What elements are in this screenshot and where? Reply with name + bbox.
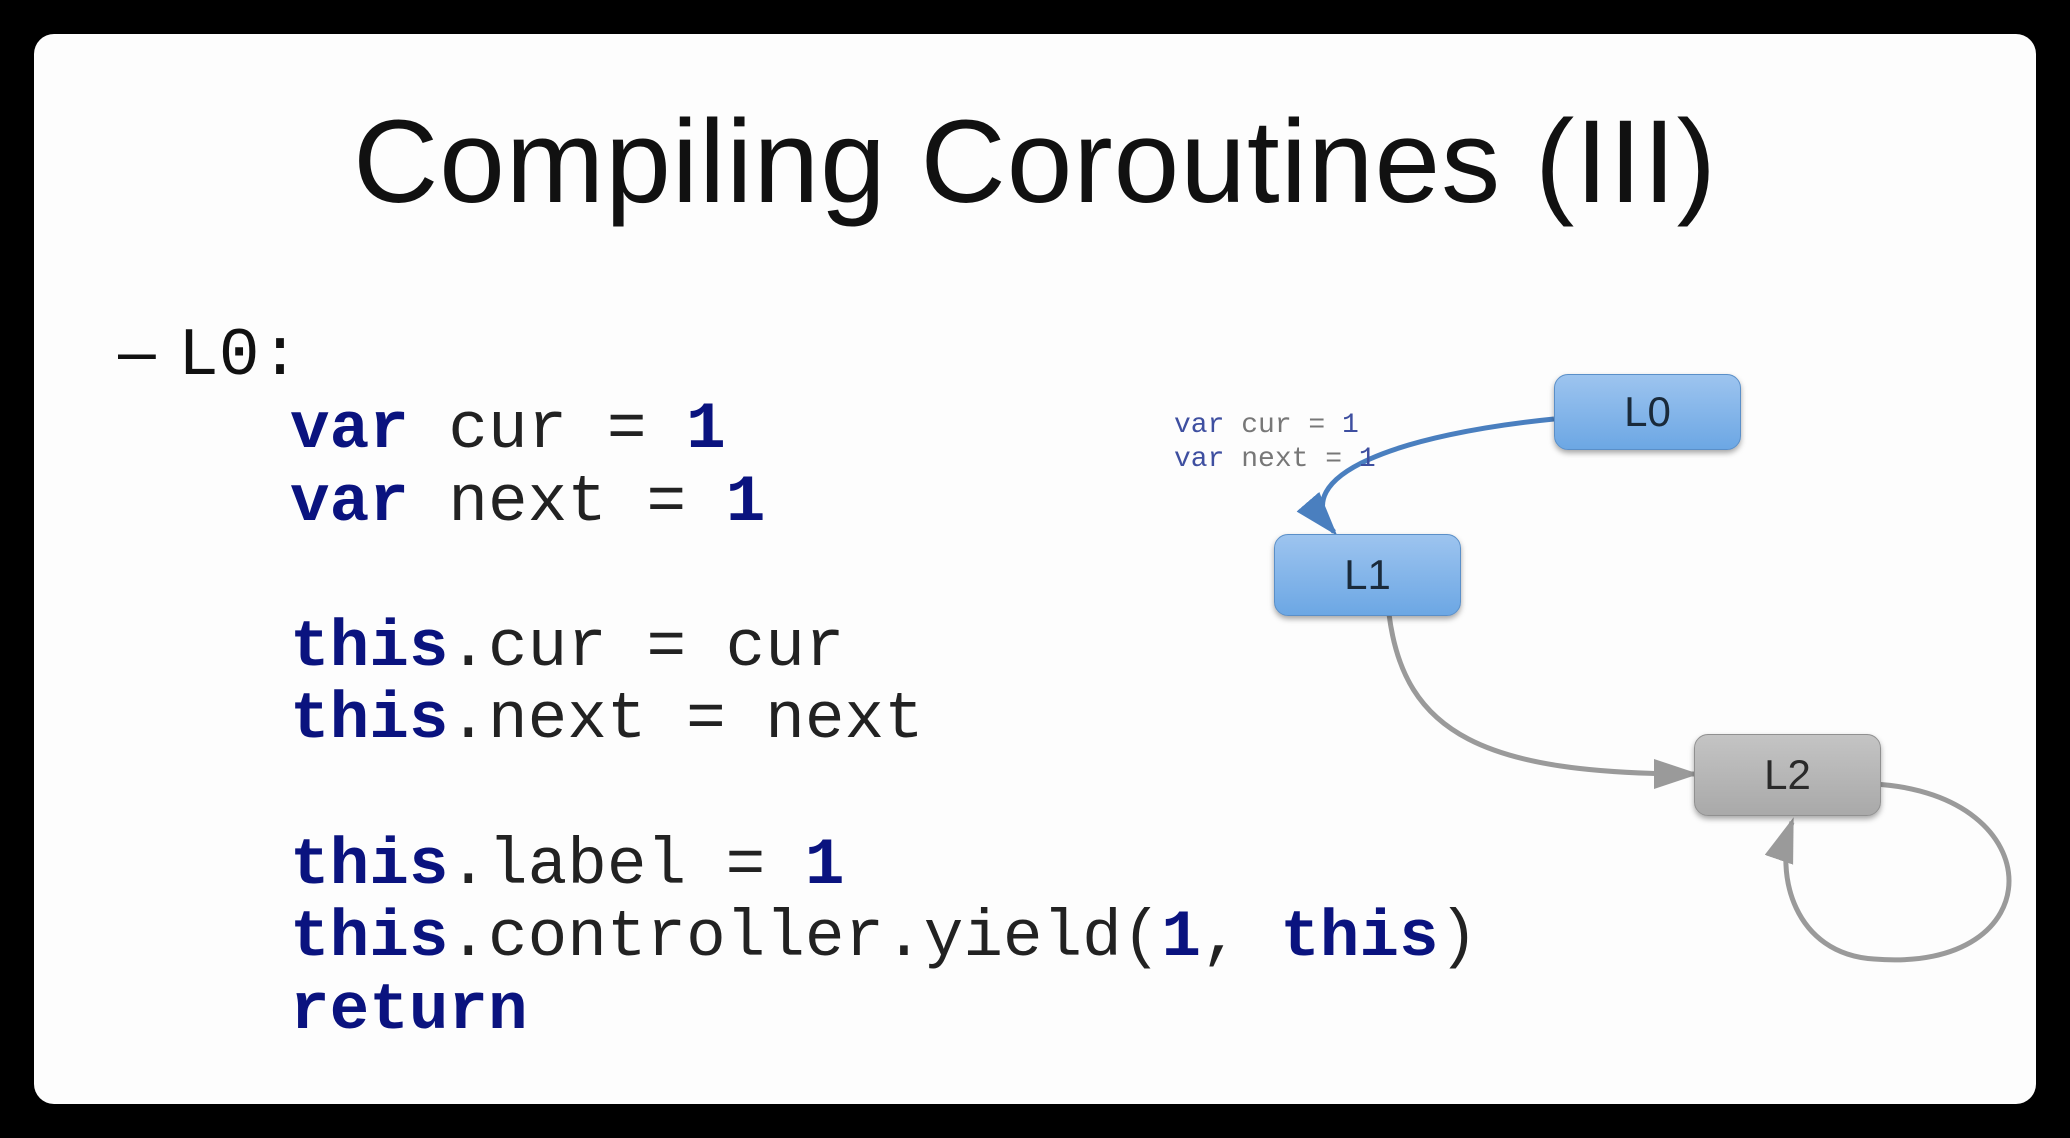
bullet-label: L0: <box>178 318 300 395</box>
code-text: .label = <box>448 828 804 903</box>
num-literal: 1 <box>805 828 845 903</box>
state-diagram: var cur = 1 var next = 1 L0 L1 L2 <box>1154 354 2034 1074</box>
kw-this: this <box>290 900 448 975</box>
num-literal: 1 <box>1342 410 1359 441</box>
num-literal: 1 <box>726 465 766 540</box>
kw-var: var <box>290 392 409 467</box>
slide-title: Compiling Coroutines (III) <box>34 94 2036 230</box>
node-label: L0 <box>1624 388 1671 436</box>
kw-this: this <box>290 682 448 757</box>
num-literal: 1 <box>686 392 726 467</box>
kw-var: var <box>1174 444 1224 475</box>
code-text: .cur = cur <box>448 610 844 685</box>
node-label: L1 <box>1344 551 1391 599</box>
bullet-line: –L0: <box>118 312 300 395</box>
slide: Compiling Coroutines (III) –L0: var cur … <box>34 34 2036 1104</box>
kw-this: this <box>290 610 448 685</box>
kw-var: var <box>1174 410 1224 441</box>
code-text: .next = next <box>448 682 923 757</box>
node-l2: L2 <box>1694 734 1881 816</box>
edge-label-l0-l1: var cur = 1 var next = 1 <box>1174 409 1376 476</box>
edge-text: cur = <box>1224 410 1342 441</box>
code-text: cur = <box>409 392 686 467</box>
edge-text: next = <box>1224 444 1358 475</box>
bullet-dash: – <box>118 312 178 390</box>
code-text: next = <box>409 465 726 540</box>
kw-this: this <box>290 828 448 903</box>
kw-return: return <box>290 973 528 1048</box>
node-label: L2 <box>1764 751 1811 799</box>
node-l1: L1 <box>1274 534 1461 616</box>
node-l0: L0 <box>1554 374 1741 450</box>
num-literal: 1 <box>1359 444 1376 475</box>
code-text: .controller.yield( <box>448 900 1161 975</box>
kw-var: var <box>290 465 409 540</box>
